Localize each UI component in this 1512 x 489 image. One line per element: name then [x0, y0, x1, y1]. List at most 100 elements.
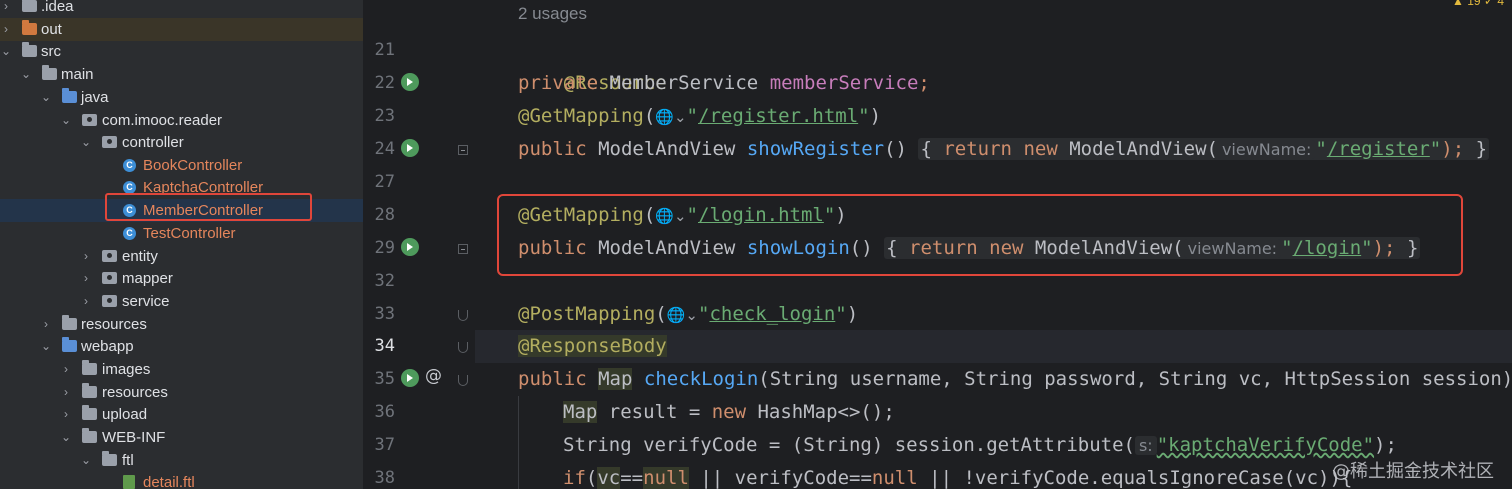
web-folder-icon: [62, 337, 77, 352]
tree-item-upload[interactable]: › upload: [0, 403, 363, 426]
tree-item-testcontroller[interactable]: C TestController: [0, 222, 363, 245]
editor-gutter: 21 22 23 24 27 28 29 32 33 34 35 36 37 3…: [363, 0, 475, 489]
tree-item-idea[interactable]: › .idea: [0, 0, 363, 18]
line-number: 37: [374, 435, 395, 455]
tree-item-out[interactable]: › out: [0, 18, 363, 41]
parameter-hint: viewName:: [1217, 140, 1316, 159]
watermark: @稀土掘金技术社区: [1332, 461, 1494, 482]
chevron-down-icon[interactable]: ⌄: [80, 449, 92, 472]
source-folder-icon: [62, 88, 77, 103]
endpoint-icon[interactable]: [401, 369, 419, 387]
tree-item-web-inf[interactable]: ⌄ WEB-INF: [0, 426, 363, 449]
class-icon: C: [123, 159, 136, 172]
globe-icon[interactable]: 🌐⌄: [655, 101, 686, 134]
fold-expand-icon[interactable]: [458, 145, 468, 155]
tree-item-ftl[interactable]: ⌄ ftl: [0, 449, 363, 472]
excluded-folder-icon: [22, 20, 37, 35]
tree-item-detail-ftl[interactable]: detail.ftl: [0, 471, 363, 489]
tree-item-service[interactable]: › service: [0, 290, 363, 313]
code-line-34: @ResponseBody: [518, 335, 667, 357]
highlight-box: [105, 193, 312, 221]
line-number: 24: [374, 139, 395, 159]
folder-icon: [82, 383, 97, 398]
line-number: 38: [374, 468, 395, 488]
folder-icon: [102, 451, 117, 466]
line-number: 22: [374, 73, 395, 93]
chevron-right-icon[interactable]: ›: [80, 245, 92, 268]
endpoint-icon[interactable]: [401, 238, 419, 256]
code-line-36: Map result = new HashMap<>();: [563, 401, 895, 423]
folder-icon: [22, 0, 37, 12]
indent-guide: [518, 396, 519, 489]
usages-hint[interactable]: 2 usages: [518, 4, 587, 24]
package-icon: [102, 295, 117, 307]
implementation-icon[interactable]: [401, 73, 419, 91]
at-annotation-icon[interactable]: @: [425, 366, 442, 386]
tree-item-src[interactable]: ⌄ src: [0, 40, 363, 63]
line-number: 36: [374, 402, 395, 422]
line-number-current: 34: [374, 336, 395, 356]
fold-marker-icon[interactable]: [458, 375, 468, 386]
tree-item-java[interactable]: ⌄ java: [0, 86, 363, 109]
folder-icon: [82, 428, 97, 443]
class-icon: C: [123, 227, 136, 240]
chevron-down-icon[interactable]: ⌄: [80, 131, 92, 154]
folder-icon: [82, 360, 97, 375]
line-number: 35: [374, 369, 395, 389]
tree-item-images[interactable]: › images: [0, 358, 363, 381]
inspection-indicator[interactable]: ▲ 19 ✓ 4: [1452, 0, 1504, 8]
code-line-23: @GetMapping(🌐⌄"/register.html"): [518, 100, 881, 133]
package-icon: [102, 272, 117, 284]
folder-icon: [82, 405, 97, 420]
chevron-down-icon[interactable]: ⌄: [40, 335, 52, 358]
line-number: 28: [374, 205, 395, 225]
folder-icon: [22, 42, 37, 57]
code-line-37: String verifyCode = (String) session.get…: [563, 434, 1397, 456]
tree-item-main[interactable]: ⌄ main: [0, 63, 363, 86]
ftl-file-icon: [123, 475, 135, 489]
package-icon: [102, 250, 117, 262]
package-icon: [102, 136, 117, 148]
chevron-right-icon[interactable]: ›: [80, 267, 92, 290]
tree-item-resources-root[interactable]: › resources: [0, 313, 363, 336]
chevron-right-icon[interactable]: ›: [60, 381, 72, 404]
line-number: 32: [374, 271, 395, 291]
line-number: 33: [374, 304, 395, 324]
tree-item-mapper[interactable]: › mapper: [0, 267, 363, 290]
chevron-down-icon[interactable]: ⌄: [20, 63, 32, 86]
globe-icon[interactable]: 🌐⌄: [667, 299, 698, 332]
fold-expand-icon[interactable]: [458, 244, 468, 254]
code-line-22: private MemberService memberService;: [518, 72, 930, 94]
chevron-down-icon[interactable]: ⌄: [40, 86, 52, 109]
chevron-right-icon[interactable]: ›: [0, 0, 12, 18]
chevron-right-icon[interactable]: ›: [80, 290, 92, 313]
tree-item-bookcontroller[interactable]: C BookController: [0, 154, 363, 177]
chevron-down-icon[interactable]: ⌄: [60, 109, 72, 132]
package-icon: [82, 114, 97, 126]
endpoint-icon[interactable]: [401, 139, 419, 157]
line-number: 21: [374, 40, 395, 60]
chevron-right-icon[interactable]: ›: [40, 313, 52, 336]
chevron-right-icon[interactable]: ›: [60, 403, 72, 426]
tree-item-package[interactable]: ⌄ com.imooc.reader: [0, 109, 363, 132]
code-line-33: @PostMapping(🌐⌄"check_login"): [518, 298, 858, 331]
tree-item-webapp[interactable]: ⌄ webapp: [0, 335, 363, 358]
fold-marker-icon[interactable]: [458, 310, 468, 321]
line-number: 27: [374, 172, 395, 192]
line-number: 29: [374, 238, 395, 258]
chevron-right-icon[interactable]: ›: [0, 18, 12, 41]
code-line-21: @Resource: [563, 72, 667, 94]
project-tree: › .idea › out ⌄ src ⌄ main ⌄ java ⌄ com.…: [0, 0, 363, 489]
line-number: 23: [374, 106, 395, 126]
chevron-down-icon[interactable]: ⌄: [0, 40, 12, 63]
fold-marker-icon[interactable]: [458, 342, 468, 353]
tree-item-controller[interactable]: ⌄ controller: [0, 131, 363, 154]
code-line-24: public ModelAndView showRegister() { ret…: [518, 138, 1490, 160]
folded-region[interactable]: { return new ModelAndView(viewName: "/reg…: [918, 138, 1490, 160]
code-editor[interactable]: 21 22 23 24 27 28 29 32 33 34 35 36 37 3…: [363, 0, 1512, 489]
chevron-right-icon[interactable]: ›: [60, 358, 72, 381]
highlight-box: [497, 194, 1463, 276]
tree-item-resources[interactable]: › resources: [0, 381, 363, 404]
tree-item-entity[interactable]: › entity: [0, 245, 363, 268]
chevron-down-icon[interactable]: ⌄: [60, 426, 72, 449]
